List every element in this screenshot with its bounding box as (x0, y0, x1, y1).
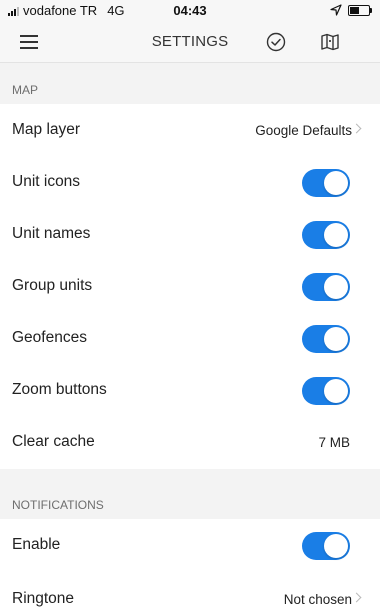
zoom-buttons-row: Zoom buttons (0, 365, 380, 417)
map-icon[interactable] (320, 32, 340, 52)
ringtone-label: Ringtone (12, 590, 75, 607)
toggle-knob (324, 171, 348, 195)
status-time: 04:43 (173, 3, 207, 18)
enable-notifications-toggle[interactable] (302, 532, 350, 560)
section-title-map: MAP (12, 83, 39, 97)
section-header-map: MAP (0, 63, 380, 104)
geofences-toggle[interactable] (302, 325, 350, 353)
unit-names-toggle[interactable] (302, 221, 350, 249)
battery-fill (350, 6, 359, 14)
toggle-knob (324, 275, 348, 299)
map-layer-row[interactable]: Map layer Google Defaults (0, 105, 380, 157)
navigation-bar: SETTINGS (0, 22, 380, 63)
toggle-knob (324, 327, 348, 351)
unit-icons-row: Unit icons (0, 157, 380, 209)
section-header-notifications: NOTIFICATIONS (0, 469, 380, 519)
location-arrow-icon (330, 4, 342, 16)
status-bar: vodafone TR 4G 04:43 (0, 0, 380, 22)
battery-icon (348, 4, 372, 16)
group-units-label: Group units (12, 277, 93, 294)
clear-cache-label: Clear cache (12, 433, 95, 450)
status-right (330, 4, 372, 16)
toggle-knob (324, 223, 348, 247)
zoom-buttons-label: Zoom buttons (12, 381, 107, 398)
unit-icons-toggle[interactable] (302, 169, 350, 197)
map-layer-value: Google Defaults (255, 123, 352, 138)
clear-cache-row[interactable]: Clear cache 7 MB (0, 417, 380, 469)
map-layer-label: Map layer (12, 121, 81, 138)
unit-icons-label: Unit icons (12, 173, 81, 190)
enable-label: Enable (12, 536, 61, 553)
cache-size-value: 7 MB (318, 435, 350, 450)
check-circle-icon[interactable] (266, 32, 286, 52)
chevron-right-icon (351, 592, 362, 603)
ringtone-value: Not chosen (283, 592, 352, 607)
zoom-buttons-toggle[interactable] (302, 377, 350, 405)
section-title-notifications: NOTIFICATIONS (12, 498, 104, 512)
geofences-label: Geofences (12, 329, 87, 346)
unit-names-label: Unit names (12, 225, 91, 242)
enable-notifications-row: Enable (0, 520, 380, 572)
geofences-row: Geofences (0, 313, 380, 365)
unit-names-row: Unit names (0, 209, 380, 261)
group-units-toggle[interactable] (302, 273, 350, 301)
toggle-knob (324, 379, 348, 403)
ringtone-row[interactable]: Ringtone Not chosen (0, 574, 380, 613)
chevron-right-icon (351, 123, 362, 134)
toggle-knob (324, 534, 348, 558)
group-units-row: Group units (0, 261, 380, 313)
